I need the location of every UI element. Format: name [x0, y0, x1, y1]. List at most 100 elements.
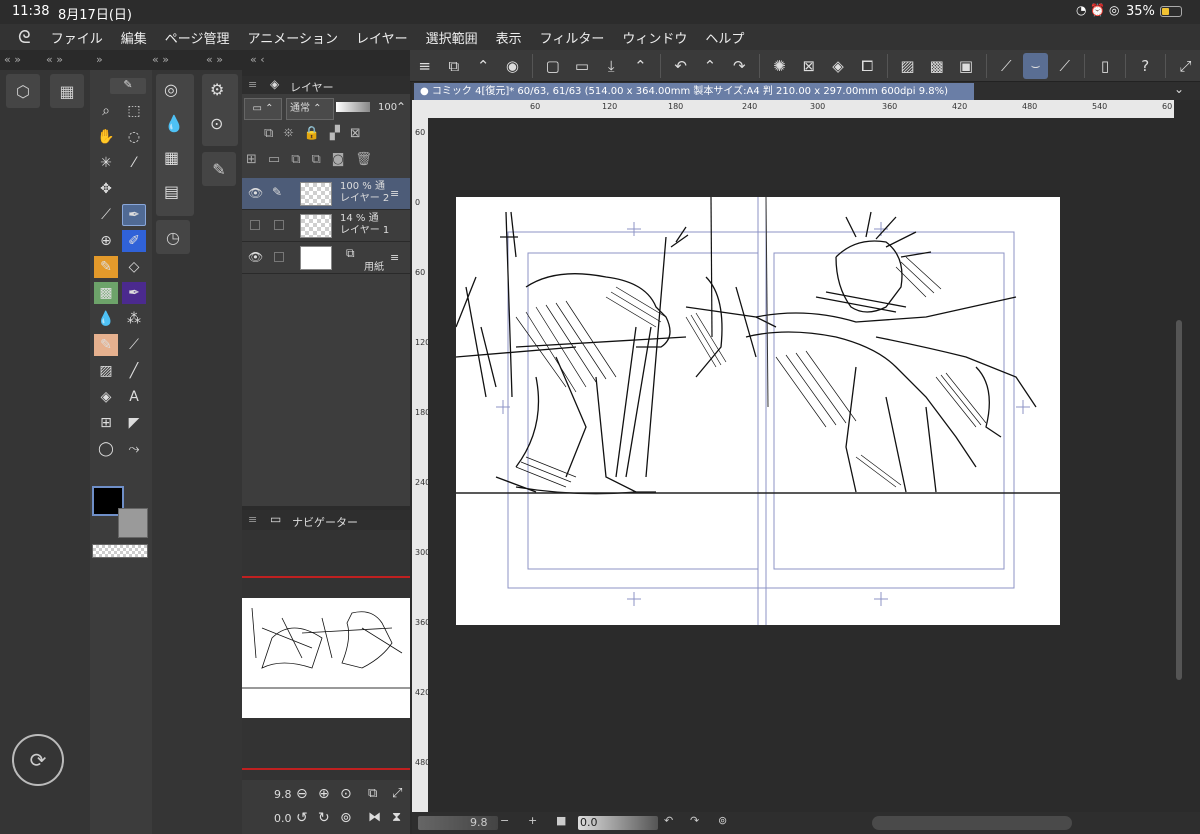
delete-layer-icon[interactable]: 🗑: [355, 152, 383, 167]
collapse-left-icon-5[interactable]: « »: [206, 53, 223, 66]
app-logo-icon[interactable]: ᘓ: [18, 27, 31, 48]
chevron-down-icon[interactable]: ⌄: [1174, 82, 1184, 96]
layer-menu-icon[interactable]: ≡: [390, 251, 399, 264]
zoom-tool-icon[interactable]: ⌕: [94, 100, 118, 122]
stepper-icon-3[interactable]: ⌃: [697, 53, 722, 79]
opacity-slider[interactable]: [336, 102, 370, 112]
calendar-icon[interactable]: ▦: [50, 74, 84, 108]
collapse-left-icon-6[interactable]: « ‹: [250, 53, 265, 66]
timeline-icon[interactable]: ▤: [164, 182, 179, 201]
pencil-tool-icon[interactable]: ✎: [94, 256, 118, 278]
smart-phone-sync-icon[interactable]: ⟳: [12, 734, 64, 786]
fill-brush-icon[interactable]: ⟋: [122, 334, 146, 356]
save-icon[interactable]: ⤓: [599, 53, 624, 79]
menu-window[interactable]: ウィンドウ: [622, 28, 687, 47]
clear-icon[interactable]: ⊠: [796, 53, 821, 79]
eye-icon[interactable]: 👁: [248, 186, 263, 200]
collapse-left-icon-3[interactable]: »: [96, 53, 103, 66]
magic-wand-icon[interactable]: ✳: [94, 152, 118, 174]
layer-color-select[interactable]: ▭ ⌃: [244, 98, 282, 120]
gradient-tool-icon[interactable]: ▨: [94, 360, 118, 382]
menu-icon[interactable]: ≡: [412, 53, 437, 79]
document-tab[interactable]: ● コミック 4[復元]* 60/63, 61/63 (514.00 x 364…: [414, 83, 974, 100]
rotate-left-icon[interactable]: ↺: [296, 810, 308, 826]
color-set-icon[interactable]: ▦: [164, 148, 179, 167]
menu-file[interactable]: ファイル: [51, 28, 103, 47]
expand-icon[interactable]: ⤢: [1173, 53, 1198, 79]
pen-tool-icon[interactable]: ✒: [122, 204, 146, 226]
text-tool-icon[interactable]: A: [122, 386, 146, 408]
fit-view-icon[interactable]: ⧉: [368, 786, 377, 801]
new-layer-icon[interactable]: ⊞: [246, 152, 268, 167]
layer-row[interactable]: 14 % 通 レイヤー 1: [242, 210, 410, 242]
zoom-in-icon[interactable]: +: [528, 814, 537, 827]
select-all-icon[interactable]: ▩: [924, 53, 949, 79]
lock-alpha-icon[interactable]: ▞: [330, 126, 350, 141]
menu-edit[interactable]: 編集: [121, 28, 147, 47]
airbrush-tool-icon[interactable]: ⁂: [122, 308, 146, 330]
snap-grid-icon[interactable]: ⟋: [1052, 53, 1077, 79]
layer-row[interactable]: 👁 ✎ 100 % 通 レイヤー 2 ≡: [242, 178, 410, 210]
scroll-thumb[interactable]: [1176, 320, 1182, 680]
menu-selection[interactable]: 選択範囲: [426, 28, 478, 47]
mask-icon[interactable]: ⊠: [350, 126, 371, 141]
brush-size-icon[interactable]: ◎: [164, 80, 178, 99]
navigate-icon[interactable]: ◷: [156, 220, 190, 254]
eye-icon[interactable]: 👁: [248, 250, 263, 264]
snap-ruler-icon[interactable]: ⟋: [994, 53, 1019, 79]
edit-checkbox[interactable]: [274, 252, 284, 262]
rotate-right-icon[interactable]: ↷: [690, 814, 699, 827]
blend-mode-select[interactable]: 通常 ⌃: [286, 98, 334, 120]
menu-page[interactable]: ページ管理: [165, 28, 230, 47]
menu-filter[interactable]: フィルター: [540, 28, 605, 47]
frame-tool-icon[interactable]: ⊞: [94, 412, 118, 434]
stepper-icon[interactable]: ⌃: [471, 53, 496, 79]
decoration-pen-icon[interactable]: ✒: [122, 282, 146, 304]
vertical-scrollbar[interactable]: [1174, 120, 1184, 812]
lasso-tool-icon[interactable]: ◌: [122, 126, 146, 148]
rotate-right-icon[interactable]: ↻: [318, 810, 330, 826]
brush-settings-icon[interactable]: ✎: [202, 152, 236, 186]
merge-icon[interactable]: ⧉: [312, 152, 332, 167]
operation-tool-icon[interactable]: ⬚: [122, 100, 146, 122]
panel-menu-icon[interactable]: ≡: [248, 78, 257, 91]
canvas-page[interactable]: [456, 197, 1060, 625]
blend-tool-icon[interactable]: 💧: [94, 308, 118, 330]
panel-menu-icon[interactable]: ≡: [248, 513, 257, 526]
lock-icon[interactable]: 🔒: [304, 126, 330, 141]
smartphone-icon[interactable]: ▯: [1092, 53, 1117, 79]
transform-icon[interactable]: ⧠: [855, 53, 880, 79]
help-icon[interactable]: ?: [1133, 53, 1158, 79]
copy-layer-icon[interactable]: ⧉: [291, 152, 311, 167]
edit-checkbox[interactable]: [274, 220, 284, 230]
eraser-tool-icon[interactable]: ◇: [122, 256, 146, 278]
new-folder-icon[interactable]: ▭: [268, 152, 291, 167]
eyedropper-icon[interactable]: ⁄: [122, 152, 146, 174]
new-file-icon[interactable]: ▢: [540, 53, 565, 79]
companion-icon[interactable]: ◉: [500, 53, 525, 79]
brush-tool-icon[interactable]: ⟋: [94, 204, 118, 226]
layer-row[interactable]: 👁 ⧉ 用紙 ≡: [242, 242, 410, 274]
reference-icon[interactable]: ⛯: [283, 126, 303, 141]
canvas-area[interactable]: [428, 120, 1184, 812]
fill-icon[interactable]: ◈: [825, 53, 850, 79]
redo-icon[interactable]: ↷: [727, 53, 752, 79]
flip-horizontal-icon[interactable]: ⧓: [368, 810, 381, 825]
material-icon[interactable]: ⬡: [6, 74, 40, 108]
menu-animation[interactable]: アニメーション: [247, 28, 337, 47]
hide-selection-icon[interactable]: ▨: [895, 53, 920, 79]
grid-tool-icon[interactable]: ⊕: [94, 230, 118, 252]
rotate-left-icon[interactable]: ↶: [664, 814, 673, 827]
marker-tool-icon[interactable]: ✐: [122, 230, 146, 252]
collapse-left-icon[interactable]: « »: [4, 53, 21, 66]
opacity-stepper-icon[interactable]: ⌃: [396, 100, 406, 114]
clip-icon[interactable]: ⧉: [264, 126, 283, 141]
flip-vertical-icon[interactable]: ⧗: [392, 810, 401, 825]
new-icon[interactable]: ⧉: [441, 53, 466, 79]
horizontal-scrollbar[interactable]: [872, 816, 1072, 830]
menu-help[interactable]: ヘルプ: [705, 28, 744, 47]
zoom-out-icon[interactable]: −: [500, 814, 509, 827]
hand-tool-icon[interactable]: ✋: [94, 126, 118, 148]
sub-color-swatch[interactable]: [118, 508, 148, 538]
fill-tool-icon[interactable]: ◈: [94, 386, 118, 408]
